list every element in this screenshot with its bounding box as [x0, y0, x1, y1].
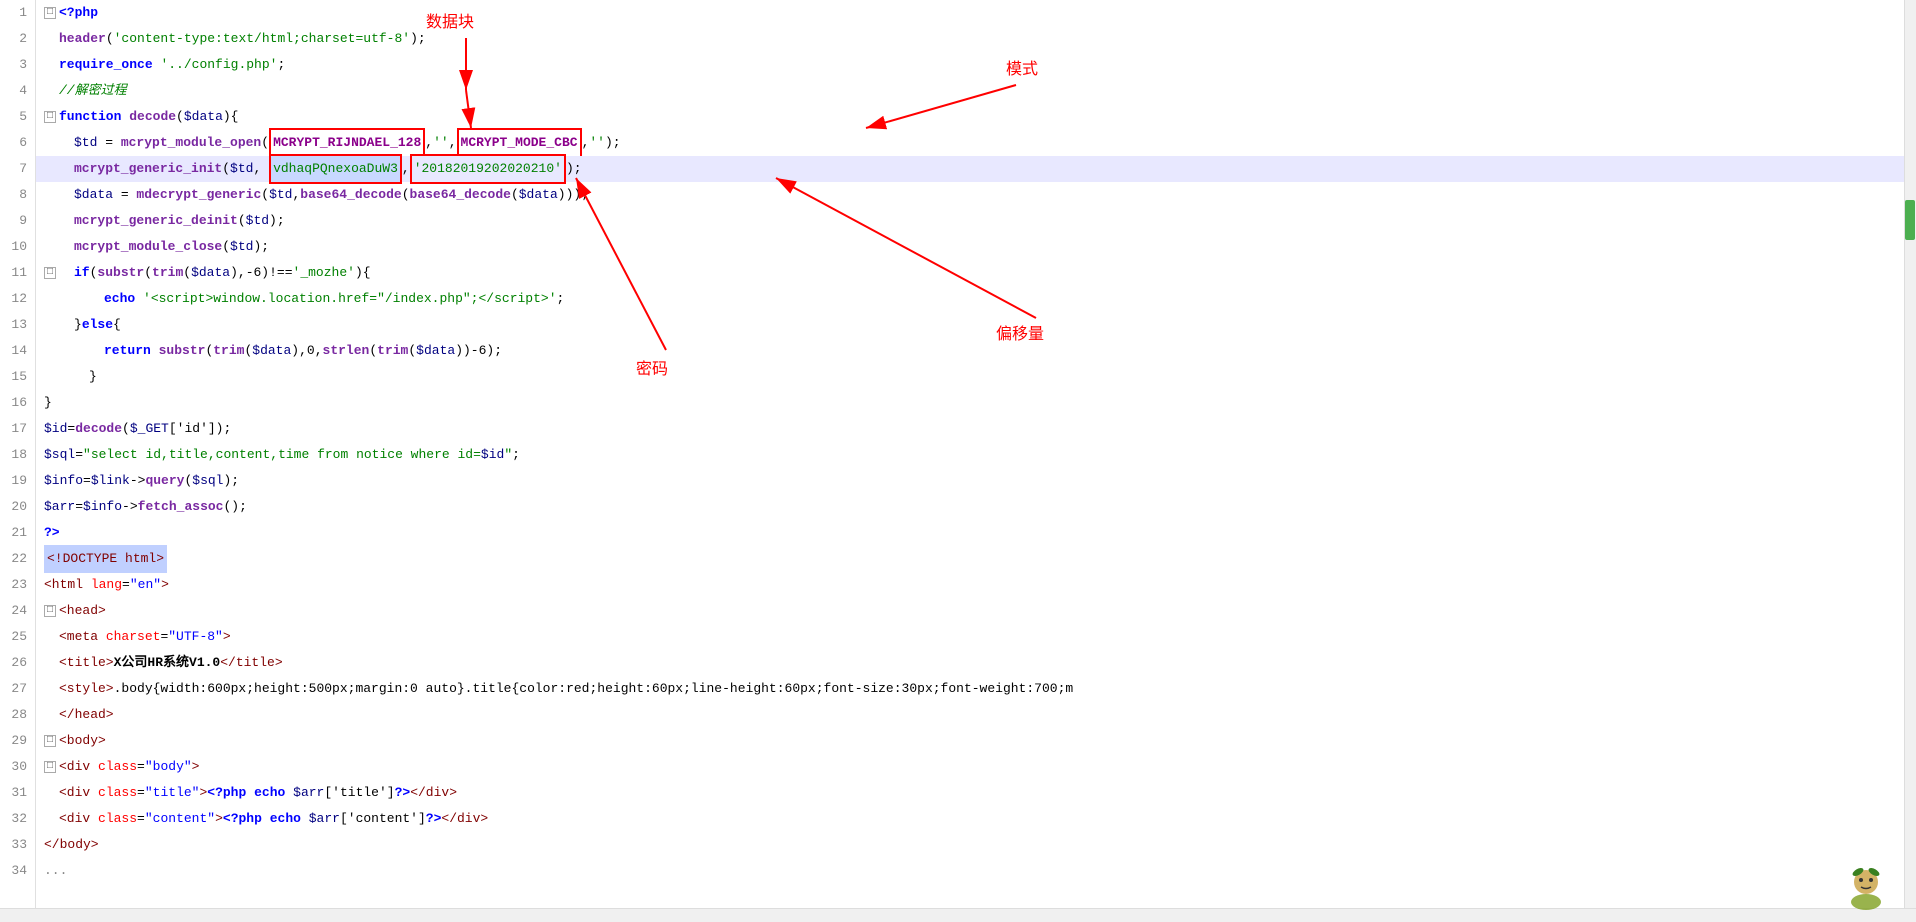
- code-line-25: <meta charset = "UTF-8" >: [36, 624, 1904, 650]
- scrollbar-right[interactable]: [1904, 0, 1916, 908]
- code-line-24: □ <head>: [36, 598, 1904, 624]
- code-area: 12345 678910 1112131415 1617181920 21222…: [0, 0, 1916, 908]
- code-line-27: <style> .body{width:600px;height:500px;m…: [36, 676, 1904, 702]
- key-box: vdhaqPQnexoaDuW3: [269, 154, 402, 184]
- fold-1[interactable]: □: [44, 7, 56, 19]
- doctype-highlight: <!DOCTYPE html>: [44, 545, 167, 573]
- code-line-23: <html lang = "en" >: [36, 572, 1904, 598]
- code-line-7: mcrypt_generic_init ( $td , vdhaqPQnexoa…: [36, 156, 1904, 182]
- bottom-scrollbar[interactable]: [0, 908, 1916, 922]
- fold-24[interactable]: □: [44, 605, 56, 617]
- header-func: header: [59, 26, 106, 52]
- code-line-33: </body>: [36, 832, 1904, 858]
- code-lines: □ <?php header ( 'content-type:text/html…: [36, 0, 1904, 884]
- code-line-10: mcrypt_module_close ( $td );: [36, 234, 1904, 260]
- code-line-11: □ if ( substr ( trim ( $data ),-6)!== '_…: [36, 260, 1904, 286]
- bottom-right-icon: [1836, 862, 1896, 912]
- fold-5[interactable]: □: [44, 111, 56, 123]
- code-line-21: ?>: [36, 520, 1904, 546]
- code-line-26: <title> X公司HR系统V1.0 </title>: [36, 650, 1904, 676]
- fold-29[interactable]: □: [44, 735, 56, 747]
- code-line-2: header ( 'content-type:text/html;charset…: [36, 26, 1904, 52]
- editor-container: 12345 678910 1112131415 1617181920 21222…: [0, 0, 1916, 922]
- code-line-5: □ function decode ( $data ){: [36, 104, 1904, 130]
- code-line-12: echo '<script>window.location.href="/ind…: [36, 286, 1904, 312]
- code-line-32: <div class = "content" > <?php echo $arr…: [36, 806, 1904, 832]
- code-content: □ <?php header ( 'content-type:text/html…: [36, 0, 1904, 908]
- code-line-34: ...: [36, 858, 1904, 884]
- iv-box: '20182019202020210': [410, 154, 566, 184]
- code-line-1: □ <?php: [36, 0, 1904, 26]
- code-line-28: </head>: [36, 702, 1904, 728]
- code-line-18: $sql = "select id,title,content,time fro…: [36, 442, 1904, 468]
- code-line-3: require_once '../config.php' ;: [36, 52, 1904, 78]
- code-line-15: }: [36, 364, 1904, 390]
- code-line-17: $id = decode ( $_GET ['id']);: [36, 416, 1904, 442]
- code-line-9: mcrypt_generic_deinit ( $td );: [36, 208, 1904, 234]
- php-open-tag: <?php: [59, 0, 98, 26]
- code-line-13: } else {: [36, 312, 1904, 338]
- code-line-29: □ <body>: [36, 728, 1904, 754]
- code-line-22: <!DOCTYPE html>: [36, 546, 1904, 572]
- code-line-16: }: [36, 390, 1904, 416]
- code-line-20: $arr = $info -> fetch_assoc ();: [36, 494, 1904, 520]
- code-line-14: return substr ( trim ( $data ),0, strlen…: [36, 338, 1904, 364]
- code-line-19: $info = $link -> query ( $sql );: [36, 468, 1904, 494]
- scrollbar-thumb[interactable]: [1905, 200, 1915, 240]
- fold-30[interactable]: □: [44, 761, 56, 773]
- code-line-30: □ <div class = "body" >: [36, 754, 1904, 780]
- code-line-8: $data = mdecrypt_generic ( $td , base64_…: [36, 182, 1904, 208]
- fold-11[interactable]: □: [44, 267, 56, 279]
- line-numbers: 12345 678910 1112131415 1617181920 21222…: [0, 0, 36, 908]
- code-line-6: $td = mcrypt_module_open ( MCRYPT_RIJNDA…: [36, 130, 1904, 156]
- code-line-31: <div class = "title" > <?php echo $arr […: [36, 780, 1904, 806]
- code-line-4: //解密过程: [36, 78, 1904, 104]
